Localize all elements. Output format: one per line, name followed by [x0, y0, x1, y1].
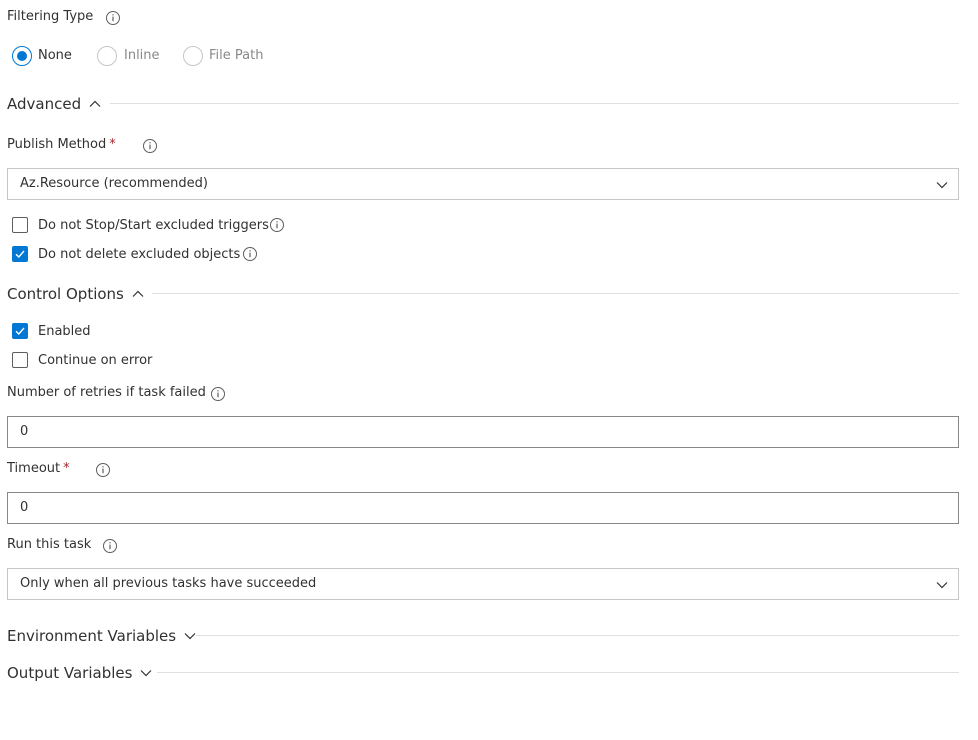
- checkbox-label: Continue on error: [38, 353, 153, 368]
- checkbox-no-stop-start-triggers[interactable]: Do not Stop/Start excluded triggers: [12, 217, 302, 235]
- filtering-type-label: Filtering Type: [7, 9, 94, 24]
- info-icon[interactable]: [106, 11, 120, 25]
- retries-input[interactable]: 0: [7, 416, 959, 448]
- checkbox-label: Enabled: [38, 324, 91, 339]
- section-divider: [157, 672, 959, 673]
- radio-none-label: None: [38, 48, 72, 63]
- chevron-down-icon: [140, 670, 152, 677]
- checkbox-label: Do not delete excluded objects: [38, 247, 241, 262]
- timeout-label: Timeout *: [7, 461, 70, 476]
- section-environment-variables-title: Environment Variables: [7, 627, 177, 645]
- radio-inline-control[interactable]: [97, 46, 117, 66]
- checkbox-enabled[interactable]: Enabled: [12, 323, 132, 341]
- radio-file-path-control[interactable]: [183, 46, 203, 66]
- publish-method-value: Az.Resource (recommended): [20, 176, 208, 191]
- retries-label: Number of retries if task failed: [7, 385, 206, 400]
- chevron-up-icon: [132, 290, 144, 297]
- chevron-up-icon: [89, 100, 101, 107]
- run-this-task-dropdown[interactable]: Only when all previous tasks have succee…: [7, 568, 959, 600]
- section-advanced-title: Advanced: [7, 95, 82, 113]
- radio-file-path-label: File Path: [209, 48, 264, 63]
- info-icon[interactable]: [211, 387, 225, 401]
- section-output-variables-title: Output Variables: [7, 664, 133, 682]
- section-advanced-toggle[interactable]: Advanced: [7, 94, 101, 114]
- section-divider: [196, 635, 959, 636]
- info-icon[interactable]: [270, 218, 284, 232]
- section-output-variables-toggle[interactable]: Output Variables: [7, 663, 152, 683]
- publish-method-dropdown[interactable]: Az.Resource (recommended): [7, 168, 959, 200]
- section-environment-variables-toggle[interactable]: Environment Variables: [7, 626, 196, 646]
- section-control-options-toggle[interactable]: Control Options: [7, 284, 144, 304]
- run-this-task-value: Only when all previous tasks have succee…: [20, 576, 317, 591]
- info-icon[interactable]: [143, 139, 157, 153]
- timeout-input[interactable]: 0: [7, 492, 959, 524]
- chevron-down-icon: [936, 182, 948, 189]
- checkbox-continue-on-error[interactable]: Continue on error: [12, 352, 182, 370]
- chevron-down-icon: [936, 582, 948, 589]
- radio-none-control[interactable]: [12, 46, 32, 66]
- checkbox-control[interactable]: [12, 217, 28, 233]
- info-icon[interactable]: [243, 247, 257, 261]
- info-icon[interactable]: [103, 539, 117, 553]
- chevron-down-icon: [184, 633, 196, 640]
- publish-method-label: Publish Method *: [7, 137, 116, 152]
- radio-inline-label: Inline: [124, 48, 160, 63]
- checkbox-label: Do not Stop/Start excluded triggers: [38, 218, 269, 233]
- checkbox-control[interactable]: [12, 352, 28, 368]
- checkbox-control[interactable]: [12, 246, 28, 262]
- run-this-task-label: Run this task: [7, 537, 92, 552]
- radio-inline[interactable]: Inline: [97, 46, 177, 66]
- section-divider: [152, 293, 959, 294]
- info-icon[interactable]: [96, 463, 110, 477]
- checkbox-control[interactable]: [12, 323, 28, 339]
- radio-file-path[interactable]: File Path: [183, 46, 273, 66]
- section-control-options-title: Control Options: [7, 285, 124, 303]
- section-divider: [110, 103, 959, 104]
- timeout-value: 0: [20, 500, 29, 515]
- retries-value: 0: [20, 424, 29, 439]
- checkmark-icon: [15, 327, 25, 336]
- checkbox-no-delete-excluded-objects[interactable]: Do not delete excluded objects: [12, 246, 272, 264]
- radio-none[interactable]: None: [12, 46, 92, 66]
- checkmark-icon: [15, 250, 25, 259]
